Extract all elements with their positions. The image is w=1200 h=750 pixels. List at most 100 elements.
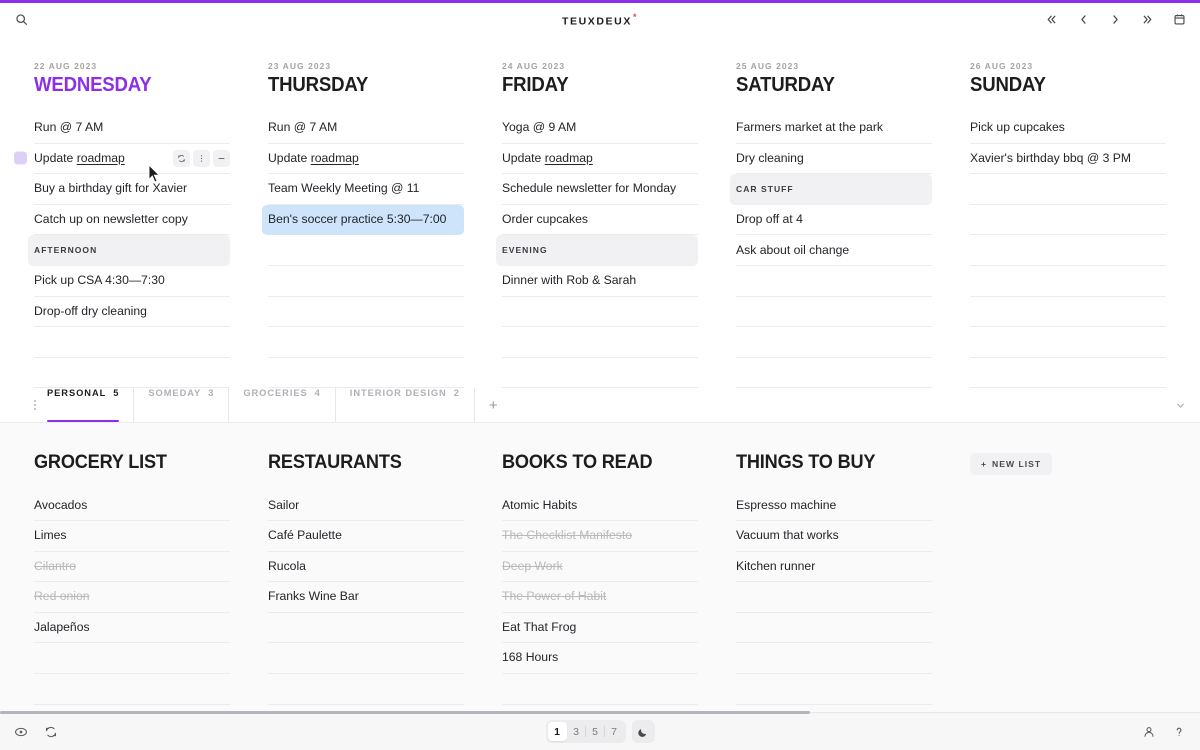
drag-grip-icon[interactable] xyxy=(34,400,36,411)
todo-item[interactable]: Update roadmap xyxy=(14,144,230,175)
todo-section-header[interactable]: CAR STUFF xyxy=(730,174,932,205)
day-count-5[interactable]: 5 xyxy=(584,722,605,741)
list-title[interactable]: GROCERY LIST xyxy=(34,451,216,474)
list-title[interactable]: THINGS TO BUY xyxy=(736,451,918,474)
tab-interior-design[interactable]: INTERIOR DESIGN 2 xyxy=(336,388,475,423)
todo-item[interactable] xyxy=(268,266,464,297)
list-item[interactable]: Kitchen runner xyxy=(736,552,932,583)
delete-icon[interactable] xyxy=(213,149,230,167)
tab-personal[interactable]: PERSONAL 5 xyxy=(47,388,135,423)
day-count-selector[interactable]: 1357 xyxy=(545,720,626,743)
list-item[interactable] xyxy=(268,643,464,674)
list-item[interactable] xyxy=(502,674,698,705)
calendar-icon[interactable] xyxy=(1166,8,1192,32)
todo-item[interactable] xyxy=(502,327,698,358)
add-list-tab-button[interactable]: + xyxy=(475,388,512,422)
list-title[interactable]: RESTAURANTS xyxy=(268,451,450,474)
more-options-icon[interactable] xyxy=(193,149,210,167)
list-item[interactable] xyxy=(736,613,932,644)
chevron-down-icon[interactable] xyxy=(1175,400,1186,411)
list-item[interactable] xyxy=(736,582,932,613)
todo-item[interactable] xyxy=(736,266,932,297)
moon-icon[interactable] xyxy=(631,720,655,743)
todo-item[interactable]: Schedule newsletter for Monday xyxy=(502,174,698,205)
new-list-button[interactable]: + NEW LIST xyxy=(970,453,1053,476)
list-item[interactable] xyxy=(736,643,932,674)
search-icon[interactable] xyxy=(8,8,34,32)
day-count-3[interactable]: 3 xyxy=(567,722,586,741)
todo-item[interactable] xyxy=(970,174,1166,205)
todo-item[interactable] xyxy=(736,327,932,358)
list-item[interactable]: Atomic Habits xyxy=(502,490,698,521)
todo-link-text[interactable]: roadmap xyxy=(77,151,125,165)
todo-item[interactable]: Run @ 7 AM xyxy=(34,113,230,144)
todo-item[interactable] xyxy=(502,358,698,389)
day-count-1[interactable]: 1 xyxy=(547,722,567,741)
todo-item[interactable] xyxy=(502,297,698,328)
todo-item[interactable]: Ben's soccer practice 5:30—7:00 xyxy=(262,204,464,236)
todo-section-header[interactable]: EVENING xyxy=(496,235,698,266)
repeat-icon[interactable] xyxy=(173,149,190,167)
todo-item[interactable]: Drop-off dry cleaning xyxy=(34,297,230,328)
todo-item[interactable]: Yoga @ 9 AM xyxy=(502,113,698,144)
next-day-icon[interactable] xyxy=(1102,8,1128,32)
list-item[interactable]: Limes xyxy=(34,521,230,552)
todo-item[interactable] xyxy=(970,235,1166,266)
todo-item[interactable]: Ask about oil change xyxy=(736,235,932,266)
todo-item[interactable] xyxy=(736,358,932,389)
todo-item[interactable]: Update roadmap xyxy=(502,144,698,175)
visibility-eye-icon[interactable] xyxy=(8,720,34,744)
list-item[interactable]: Cilantro xyxy=(34,552,230,583)
list-item[interactable]: Café Paulette xyxy=(268,521,464,552)
todo-item[interactable]: Run @ 7 AM xyxy=(268,113,464,144)
prev-day-icon[interactable] xyxy=(1070,8,1096,32)
account-icon[interactable] xyxy=(1136,720,1162,744)
list-title[interactable]: BOOKS TO READ xyxy=(502,451,684,474)
todo-item[interactable] xyxy=(268,297,464,328)
todo-item[interactable]: Order cupcakes xyxy=(502,205,698,236)
list-item[interactable]: Franks Wine Bar xyxy=(268,582,464,613)
list-item[interactable]: Eat That Frog xyxy=(502,613,698,644)
help-icon[interactable] xyxy=(1166,720,1192,744)
todo-item[interactable] xyxy=(970,266,1166,297)
todo-item[interactable] xyxy=(34,327,230,358)
list-item[interactable]: Sailor xyxy=(268,490,464,521)
list-item[interactable]: Espresso machine xyxy=(736,490,932,521)
todo-item[interactable]: Farmers market at the park xyxy=(736,113,932,144)
horizontal-scrollbar[interactable] xyxy=(0,711,810,714)
todo-link-text[interactable]: roadmap xyxy=(311,151,359,165)
list-item[interactable]: Deep Work xyxy=(502,552,698,583)
todo-item[interactable]: Pick up cupcakes xyxy=(970,113,1166,144)
tab-someday[interactable]: SOMEDAY 3 xyxy=(134,388,230,423)
todo-item[interactable]: Drop off at 4 xyxy=(736,205,932,236)
jump-forward-icon[interactable] xyxy=(1134,8,1160,32)
todo-item[interactable]: Xavier's birthday bbq @ 3 PM xyxy=(970,144,1166,175)
todo-item[interactable] xyxy=(34,358,230,389)
todo-item[interactable]: Catch up on newsletter copy xyxy=(34,205,230,236)
todo-item[interactable]: Dry cleaning xyxy=(736,144,932,175)
todo-link-text[interactable]: roadmap xyxy=(545,151,593,165)
todo-drag-handle[interactable] xyxy=(14,151,27,165)
todo-item[interactable] xyxy=(268,327,464,358)
todo-item[interactable]: Pick up CSA 4:30—7:30 xyxy=(34,266,230,297)
todo-item[interactable]: Dinner with Rob & Sarah xyxy=(502,266,698,297)
list-item[interactable] xyxy=(34,674,230,705)
todo-item[interactable]: Team Weekly Meeting @ 11 xyxy=(268,174,464,205)
list-item[interactable]: Vacuum that works xyxy=(736,521,932,552)
list-item[interactable]: 168 Hours xyxy=(502,643,698,674)
list-item[interactable] xyxy=(268,674,464,705)
tab-groceries[interactable]: GROCERIES 4 xyxy=(229,388,336,423)
todo-item[interactable] xyxy=(736,297,932,328)
todo-item[interactable] xyxy=(970,205,1166,236)
list-item[interactable] xyxy=(34,643,230,674)
sync-icon[interactable] xyxy=(38,720,64,744)
todo-item[interactable] xyxy=(268,358,464,389)
list-item[interactable]: Avocados xyxy=(34,490,230,521)
list-item[interactable] xyxy=(268,613,464,644)
todo-item[interactable] xyxy=(970,327,1166,358)
list-item[interactable]: The Checklist Manifesto xyxy=(502,521,698,552)
todo-item[interactable]: Buy a birthday gift for Xavier xyxy=(34,174,230,205)
todo-section-header[interactable]: AFTERNOON xyxy=(28,235,230,266)
todo-item[interactable] xyxy=(970,358,1166,389)
list-item[interactable]: The Power of Habit xyxy=(502,582,698,613)
